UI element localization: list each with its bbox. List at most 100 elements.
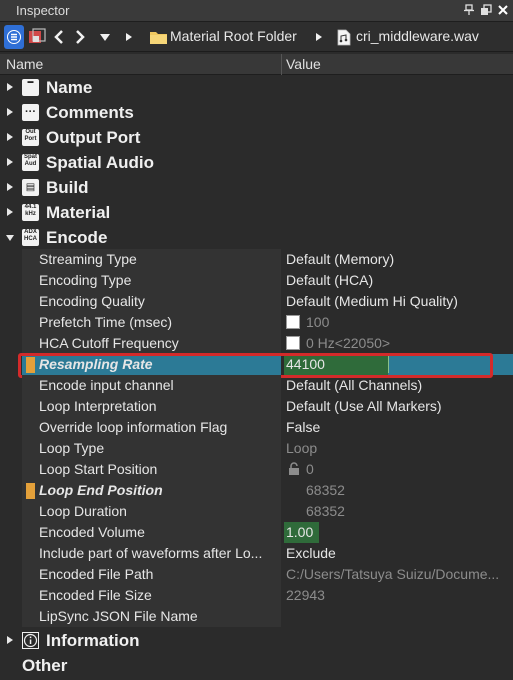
property-name: Encode input channel — [39, 377, 174, 393]
property-name: Encoded File Size — [39, 587, 152, 603]
property-row[interactable]: Prefetch Time (msec) 100 — [22, 312, 513, 333]
spatial-audio-icon: Spat Aud — [22, 154, 39, 171]
encode-icon: ADX HCA — [22, 229, 39, 246]
property-value[interactable]: Default (Use All Markers) — [286, 398, 512, 414]
property-value[interactable]: False — [286, 419, 512, 435]
property-row-selected[interactable]: Resampling Rate 44100 — [22, 354, 513, 375]
property-value: 0 — [306, 461, 314, 477]
category-build[interactable]: ▤ Build — [0, 175, 513, 200]
property-row[interactable]: Loop Start Position 0 — [22, 459, 513, 480]
restore-icon[interactable] — [478, 2, 494, 18]
category-information[interactable]: Information — [0, 628, 513, 653]
info-icon — [22, 632, 39, 652]
toolbar: Material Root Folder cri_middleware.wav — [0, 22, 513, 52]
layout-icon[interactable] — [27, 25, 47, 49]
audio-file-icon — [336, 25, 352, 49]
property-row[interactable]: Loop Type Loop — [22, 438, 513, 459]
back-arrow-icon[interactable] — [52, 25, 66, 49]
breadcrumb-separator-icon — [124, 25, 134, 49]
property-value[interactable]: Default (Medium Hi Quality) — [286, 293, 512, 309]
expand-arrow-icon[interactable] — [6, 107, 14, 117]
category-label: Output Port — [46, 128, 141, 147]
property-name: Override loop information Flag — [39, 419, 228, 435]
property-value[interactable]: 1.00 — [286, 524, 512, 540]
list-view-icon[interactable] — [4, 25, 24, 49]
build-icon: ▤ — [22, 179, 39, 196]
expand-arrow-icon[interactable] — [6, 182, 14, 192]
output-port-icon: Out Port — [22, 129, 39, 146]
property-name: Resampling Rate — [39, 356, 153, 372]
property-value: 100 — [306, 314, 330, 330]
modified-marker — [26, 357, 35, 373]
property-row[interactable]: Loop Duration 68352 — [22, 501, 513, 522]
property-name: Loop Start Position — [39, 461, 158, 477]
category-encode[interactable]: ADX HCA Encode — [0, 225, 513, 250]
modified-marker — [26, 483, 35, 499]
category-material[interactable]: 44.1 kHz Material — [0, 200, 513, 225]
property-row[interactable]: Streaming Type Default (Memory) — [22, 249, 513, 270]
property-row[interactable]: Loop End Position 68352 — [22, 480, 513, 501]
property-row[interactable]: Encoded Volume 1.00 — [22, 522, 513, 543]
property-row[interactable]: HCA Cutoff Frequency 0 Hz<22050> — [22, 333, 513, 354]
property-value[interactable]: Default (All Channels) — [286, 377, 512, 393]
category-spatial-audio[interactable]: Spat Aud Spatial Audio — [0, 150, 513, 175]
property-name: Encoded Volume — [39, 524, 145, 540]
property-value[interactable]: Default (Memory) — [286, 251, 512, 267]
property-name: Encoded File Path — [39, 566, 154, 582]
comment-icon: ··· — [22, 104, 39, 121]
category-label: Build — [46, 178, 89, 197]
category-output-port[interactable]: Out Port Output Port — [0, 125, 513, 150]
property-row[interactable]: Encoding Quality Default (Medium Hi Qual… — [22, 291, 513, 312]
property-name: Prefetch Time (msec) — [39, 314, 173, 330]
lock-icon[interactable] — [288, 462, 300, 479]
category-other[interactable]: Other — [0, 653, 513, 678]
property-row[interactable]: LipSync JSON File Name — [22, 606, 513, 627]
property-name: Loop End Position — [39, 482, 163, 498]
property-row[interactable]: Override loop information Flag False — [22, 417, 513, 438]
forward-arrow-icon[interactable] — [73, 25, 87, 49]
expand-arrow-icon[interactable] — [6, 207, 14, 217]
window-buttons — [461, 2, 511, 18]
property-row[interactable]: Encoding Type Default (HCA) — [22, 270, 513, 291]
breadcrumb-folder[interactable]: Material Root Folder — [170, 28, 297, 44]
property-name: Encoding Type — [39, 272, 132, 288]
title-bar: Inspector — [0, 0, 513, 22]
close-icon[interactable] — [495, 2, 511, 18]
category-label: Other — [22, 656, 68, 675]
name-column-header[interactable]: Name — [6, 56, 43, 72]
property-name: LipSync JSON File Name — [39, 608, 198, 624]
breadcrumb-file[interactable]: cri_middleware.wav — [356, 28, 479, 44]
property-row[interactable]: Loop Interpretation Default (Use All Mar… — [22, 396, 513, 417]
pin-icon[interactable] — [461, 2, 477, 18]
property-row[interactable]: Encode input channel Default (All Channe… — [22, 375, 513, 396]
prefetch-checkbox[interactable] — [286, 315, 300, 329]
expand-arrow-icon[interactable] — [6, 132, 14, 142]
property-name: HCA Cutoff Frequency — [39, 335, 179, 351]
collapse-arrow-icon[interactable] — [5, 234, 15, 242]
property-row[interactable]: Encoded File Size 22943 — [22, 585, 513, 606]
category-name[interactable]: ▬ Name — [0, 75, 513, 100]
property-row[interactable]: Encoded File Path C:/Users/Tatsuya Suizu… — [22, 564, 513, 585]
category-comments[interactable]: ··· Comments — [0, 100, 513, 125]
property-row[interactable]: Include part of waveforms after Lo... Ex… — [22, 543, 513, 564]
cutoff-checkbox[interactable] — [286, 336, 300, 350]
property-value: 68352 — [306, 482, 345, 498]
expand-arrow-icon[interactable] — [6, 82, 14, 92]
category-label: Comments — [46, 103, 134, 122]
property-value: 22943 — [286, 587, 325, 603]
property-value[interactable]: 44100 — [286, 356, 512, 372]
expand-arrow-icon[interactable] — [6, 635, 14, 645]
property-name: Include part of waveforms after Lo... — [39, 545, 263, 561]
property-value: 0 Hz<22050> — [306, 335, 391, 351]
window-title: Inspector — [16, 3, 70, 18]
property-value: Loop — [286, 440, 318, 456]
property-value[interactable]: Exclude — [286, 545, 512, 561]
property-name: Loop Interpretation — [39, 398, 157, 414]
breadcrumb-separator-icon — [314, 25, 324, 49]
column-divider[interactable] — [281, 54, 282, 75]
value-column-header[interactable]: Value — [286, 56, 321, 72]
history-dropdown-icon[interactable] — [98, 25, 112, 49]
expand-arrow-icon[interactable] — [6, 157, 14, 167]
property-value[interactable]: Default (HCA) — [286, 272, 512, 288]
property-name: Encoding Quality — [39, 293, 145, 309]
